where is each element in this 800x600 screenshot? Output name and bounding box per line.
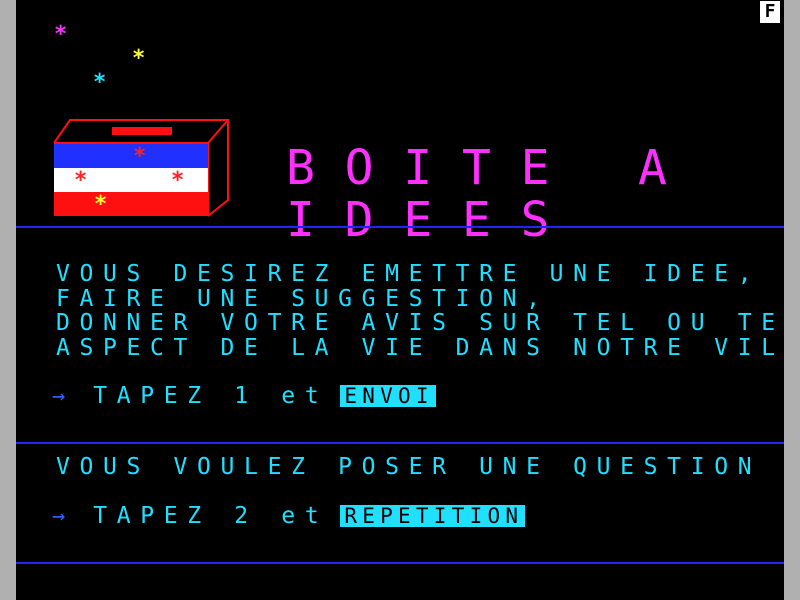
star-icon: * [133, 144, 147, 169]
question-prompt: VOUS VOULEZ POSER UNE QUESTION ? [56, 454, 784, 480]
prompt-line: FAIRE UNE SUGGESTION, [56, 285, 550, 312]
arrow-right-icon: → [52, 503, 66, 529]
prompt-line: VOUS DESIREZ EMETTRE UNE IDEE, [56, 261, 762, 287]
star-icon: * [54, 22, 68, 47]
star-icon: * [93, 70, 107, 95]
function-badge: F [760, 1, 780, 23]
ask-question-action[interactable]: → TAPEZ 2 et REPETITION [52, 503, 526, 529]
star-icon: * [74, 168, 88, 193]
divider [16, 442, 784, 444]
star-icon: * [171, 168, 185, 193]
divider [16, 226, 784, 228]
star-icon: * [132, 46, 146, 71]
divider [16, 562, 784, 564]
prompt-line: DONNER VOTRE AVIS SUR TEL OU TEL [56, 310, 784, 336]
prompt-line: ASPECT DE LA VIE DANS NOTRE VILLE ? [56, 334, 784, 361]
action-instruction: TAPEZ 2 et [93, 503, 329, 529]
envoi-key[interactable]: ENVOI [340, 385, 436, 407]
page-title: BOITE A IDEES [286, 140, 697, 248]
repetition-key[interactable]: REPETITION [340, 505, 526, 527]
arrow-right-icon: → [52, 383, 66, 409]
send-idea-action[interactable]: → TAPEZ 1 et ENVOI [52, 383, 436, 409]
star-icon: * [94, 192, 108, 217]
minitel-screen: F * * * * * * * BOITE A IDEES VOUS DESIR… [16, 0, 784, 600]
action-instruction: TAPEZ 1 et [93, 383, 329, 409]
idea-prompt: VOUS DESIREZ EMETTRE UNE IDEE, FAIRE UNE … [56, 262, 784, 360]
